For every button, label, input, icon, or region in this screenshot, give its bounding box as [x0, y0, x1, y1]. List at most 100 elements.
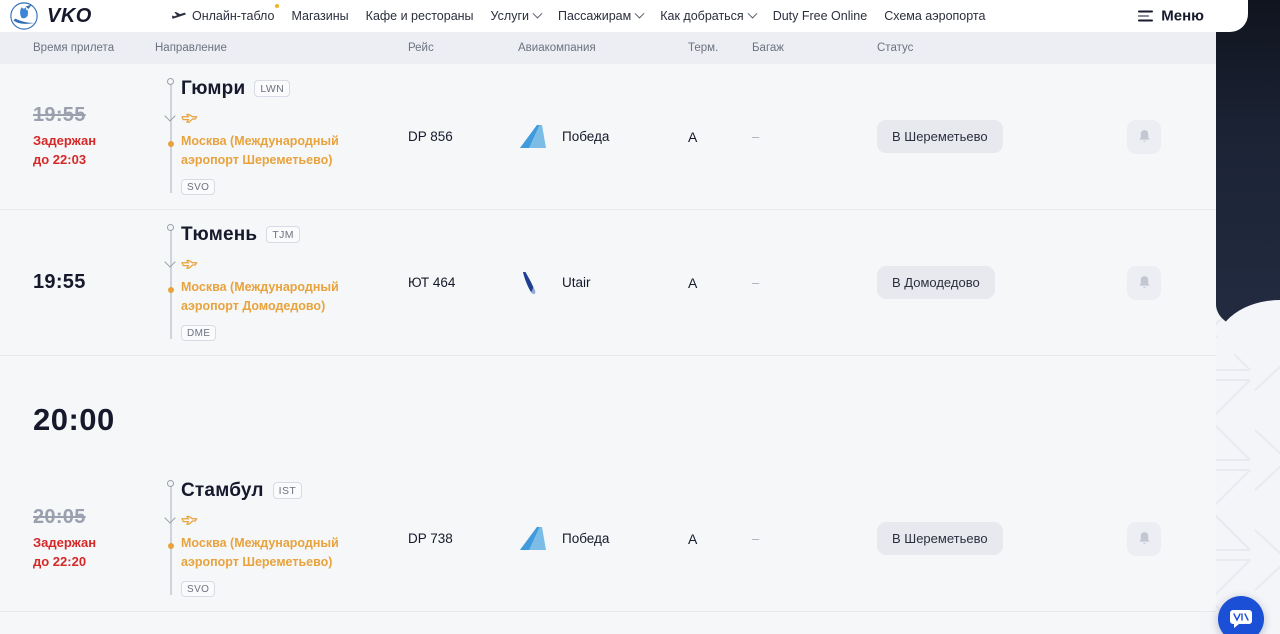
cell-direction: Стамбул IST Москва (Международный аэропо… — [155, 466, 408, 611]
cell-flight-number: DP 856 — [408, 64, 518, 209]
site-logo[interactable]: VKO — [10, 2, 140, 30]
nav-item-shops[interactable]: Магазины — [291, 9, 348, 23]
column-header-terminal: Терм. — [688, 42, 752, 54]
nav-item-how-to-get-here[interactable]: Как добраться — [660, 9, 755, 23]
cell-airline: Победа — [518, 64, 688, 209]
cell-arrival-time: 19:55 Задержан до 22:03 — [0, 64, 155, 209]
via-airport-text: Москва (Международный аэропорт Домодедов… — [181, 278, 366, 317]
notify-button[interactable] — [1127, 120, 1161, 154]
nav-item-passengers[interactable]: Пассажирам — [558, 9, 643, 23]
time-group-label: 20:00 — [33, 402, 1216, 438]
site-header: VKO Онлайн-табло Магазины Кафе и рестора… — [0, 0, 1248, 32]
column-header-status: Статус — [877, 42, 1127, 54]
column-header-flight: Рейс — [408, 42, 518, 54]
table-row[interactable]: 20:05 Задержан до 22:20 Стамбул IST — [0, 466, 1216, 612]
destination-city: Гюмри — [181, 78, 245, 100]
terminal-value: A — [688, 531, 697, 547]
cell-status: В Домодедово — [877, 210, 1127, 355]
nav-label: Duty Free Online — [773, 9, 867, 23]
route-timeline-graphic — [164, 224, 178, 339]
nav-label: Онлайн-табло — [192, 9, 274, 23]
nav-item-airport-map[interactable]: Схема аэропорта — [884, 9, 985, 23]
column-header-baggage: Багаж — [752, 42, 877, 54]
cell-status: В Шереметьево — [877, 466, 1127, 611]
cell-airline: Победа — [518, 466, 688, 611]
route-timeline-graphic — [164, 78, 178, 193]
cell-terminal: A — [688, 64, 752, 209]
time-group-separator: 20:00 — [0, 356, 1216, 466]
nav-item-duty-free-online[interactable]: Duty Free Online — [773, 9, 867, 23]
cell-arrival-time: 20:05 Задержан до 22:20 — [0, 466, 155, 611]
baggage-value: – — [752, 275, 759, 290]
terminal-value: A — [688, 275, 697, 291]
delay-notice: Задержан до 22:20 — [33, 534, 96, 572]
table-row[interactable]: 19:55 Задержан до 22:03 Гюмри LWN — [0, 64, 1216, 210]
nav-label: Кафе и рестораны — [366, 9, 474, 23]
flight-number: DP 738 — [408, 531, 453, 546]
notify-button[interactable] — [1127, 522, 1161, 556]
connecting-plane-icon — [181, 113, 198, 126]
delay-notice: Задержан до 22:03 — [33, 132, 96, 170]
board-header-row: Время прилета Направление Рейс Авиакомпа… — [0, 32, 1216, 64]
chevron-down-icon — [747, 8, 757, 18]
cell-airline: Utair — [518, 210, 688, 355]
logo-text: VKO — [47, 5, 92, 28]
arrival-time: 19:55 — [33, 271, 86, 294]
chat-bubble-icon — [1229, 608, 1253, 630]
main-navigation: Онлайн-табло Магазины Кафе и рестораны У… — [172, 9, 985, 23]
nav-item-cafes-restaurants[interactable]: Кафе и рестораны — [366, 9, 474, 23]
destination-city: Тюмень — [181, 224, 257, 246]
menu-button[interactable]: Меню — [1138, 8, 1204, 25]
cell-arrival-time: 19:55 — [0, 210, 155, 355]
pobeda-tail-logo-icon — [518, 124, 548, 150]
via-airport-code-chip: SVO — [181, 581, 215, 597]
cell-flight-number: DP 738 — [408, 466, 518, 611]
flight-number: ЮТ 464 — [408, 275, 455, 290]
terminal-value: A — [688, 129, 697, 145]
via-airport-text: Москва (Международный аэропорт Шереметье… — [181, 534, 366, 573]
cell-notify — [1127, 64, 1215, 209]
destination-code-chip: TJM — [266, 226, 300, 243]
column-header-time: Время прилета — [0, 42, 155, 54]
destination-code-chip: LWN — [254, 80, 290, 97]
airline-name: Победа — [562, 129, 609, 144]
bell-icon — [1138, 275, 1151, 290]
cell-baggage: – — [752, 210, 877, 355]
menu-button-label: Меню — [1161, 8, 1204, 25]
delay-label: Задержан — [33, 535, 96, 550]
cell-baggage: – — [752, 64, 877, 209]
dark-accent-panel — [1216, 0, 1280, 330]
cell-baggage: – — [752, 466, 877, 611]
via-airport-code-chip: DME — [181, 325, 216, 341]
arrival-time-original: 20:05 — [33, 506, 86, 529]
plane-icon — [172, 11, 187, 22]
destination-code-chip: IST — [273, 482, 303, 499]
status-badge: В Шереметьево — [877, 120, 1003, 153]
nav-item-services[interactable]: Услуги — [491, 9, 541, 23]
notify-button[interactable] — [1127, 266, 1161, 300]
cell-direction: Тюмень TJM Москва (Международный аэропор… — [155, 210, 408, 355]
flight-board-page: VKO Онлайн-табло Магазины Кафе и рестора… — [0, 0, 1280, 634]
arrival-time-original: 19:55 — [33, 104, 86, 127]
airline-name: Победа — [562, 531, 609, 546]
table-row[interactable]: 19:55 Тюмень TJM Москва (Международный а… — [0, 210, 1216, 356]
baggage-value: – — [752, 531, 759, 546]
vko-crane-logo-icon — [10, 2, 38, 30]
status-badge: В Домодедово — [877, 266, 995, 299]
utair-swoosh-logo-icon — [518, 270, 548, 296]
delay-new-time: до 22:20 — [33, 554, 86, 569]
column-header-airline: Авиакомпания — [518, 42, 688, 54]
chevron-down-icon — [635, 8, 645, 18]
cell-status: В Шереметьево — [877, 64, 1127, 209]
bell-icon — [1138, 531, 1151, 546]
nav-item-online-board[interactable]: Онлайн-табло — [172, 9, 274, 23]
column-header-direction: Направление — [155, 42, 408, 54]
cell-terminal: A — [688, 466, 752, 611]
route-timeline-graphic — [164, 480, 178, 595]
cell-terminal: A — [688, 210, 752, 355]
nav-label: Пассажирам — [558, 9, 631, 23]
chat-widget-button[interactable] — [1218, 596, 1264, 634]
pobeda-tail-logo-icon — [518, 526, 548, 552]
cell-notify — [1127, 466, 1215, 611]
chevron-down-icon — [533, 8, 543, 18]
